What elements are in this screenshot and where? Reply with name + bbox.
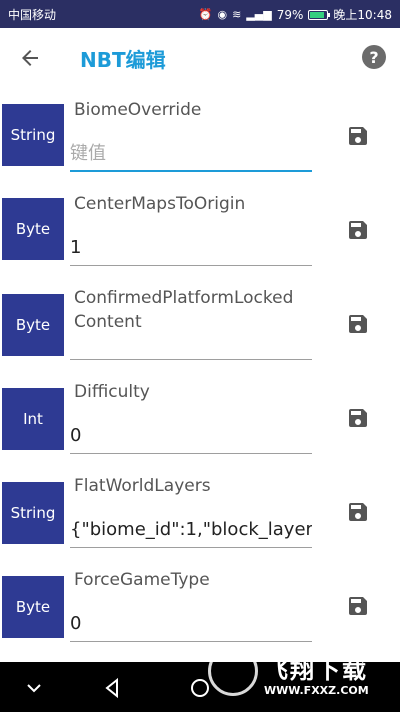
nbt-row: Int Difficulty 0 [0, 370, 400, 464]
field-name: Difficulty [74, 382, 150, 402]
field-name: FlatWorldLayers [74, 476, 211, 496]
save-icon[interactable] [346, 500, 370, 524]
status-icons: ⏰ ◉ ≋ ▂▄▆ 79% 晚上10:48 [199, 6, 392, 23]
chevron-down-icon[interactable] [22, 676, 46, 700]
save-icon[interactable] [346, 406, 370, 430]
eye-icon: ◉ [217, 8, 228, 21]
save-icon[interactable] [346, 218, 370, 242]
field-name: BiomeOverride [74, 100, 202, 120]
value-input[interactable]: 1 [70, 236, 312, 266]
save-icon[interactable] [346, 312, 370, 336]
home-circle-icon[interactable] [188, 676, 212, 700]
value-input[interactable] [70, 330, 312, 360]
value-input[interactable]: 0 [70, 612, 312, 642]
type-badge: String [2, 482, 64, 544]
type-badge: Byte [2, 198, 64, 260]
system-nav-bar [0, 662, 400, 712]
app-bar: NBT编辑 ? [0, 28, 400, 88]
value-input[interactable]: 键值 [70, 142, 312, 172]
nbt-row: String FlatWorldLayers {"biome_id":1,"bl… [0, 464, 400, 558]
nbt-row: Byte ForceGameType 0 [0, 558, 400, 652]
battery-percent: 79% [276, 7, 304, 22]
nbt-row: Byte ConfirmedPlatformLocked Content [0, 276, 400, 370]
carrier-label: 中国移动 [8, 8, 57, 22]
nbt-list[interactable]: String BiomeOverride 键值 Byte CenterMapsT… [0, 88, 400, 662]
question-mark-icon: ? [369, 47, 379, 67]
value-input[interactable]: 0 [70, 424, 312, 454]
type-badge: String [2, 104, 64, 166]
help-button[interactable]: ? [362, 45, 386, 69]
type-badge: Byte [2, 576, 64, 638]
signal-icon: ▂▄▆ [246, 8, 272, 21]
field-name: CenterMapsToOrigin [74, 194, 246, 214]
field-name: ConfirmedPlatformLocked Content [74, 288, 294, 332]
save-icon[interactable] [346, 124, 370, 148]
back-button[interactable] [12, 40, 48, 76]
nbt-row: Byte CenterMapsToOrigin 1 [0, 182, 400, 276]
page-title: NBT编辑 [80, 48, 166, 72]
value-input[interactable]: {"biome_id":1,"block_layers": [70, 518, 312, 548]
arrow-left-icon [22, 50, 38, 66]
clock: 晚上10:48 [333, 8, 392, 22]
wifi-icon: ≋ [232, 8, 242, 21]
field-name: ForceGameType [74, 570, 210, 590]
save-icon[interactable] [346, 594, 370, 618]
status-bar: 中国移动 ⏰ ◉ ≋ ▂▄▆ 79% 晚上10:48 [0, 0, 400, 28]
type-badge: Byte [2, 294, 64, 356]
back-triangle-icon[interactable] [100, 676, 124, 700]
type-badge: Int [2, 388, 64, 450]
alarm-icon: ⏰ [198, 8, 213, 21]
nbt-row: String BiomeOverride 键值 [0, 88, 400, 182]
battery-icon [308, 9, 331, 20]
